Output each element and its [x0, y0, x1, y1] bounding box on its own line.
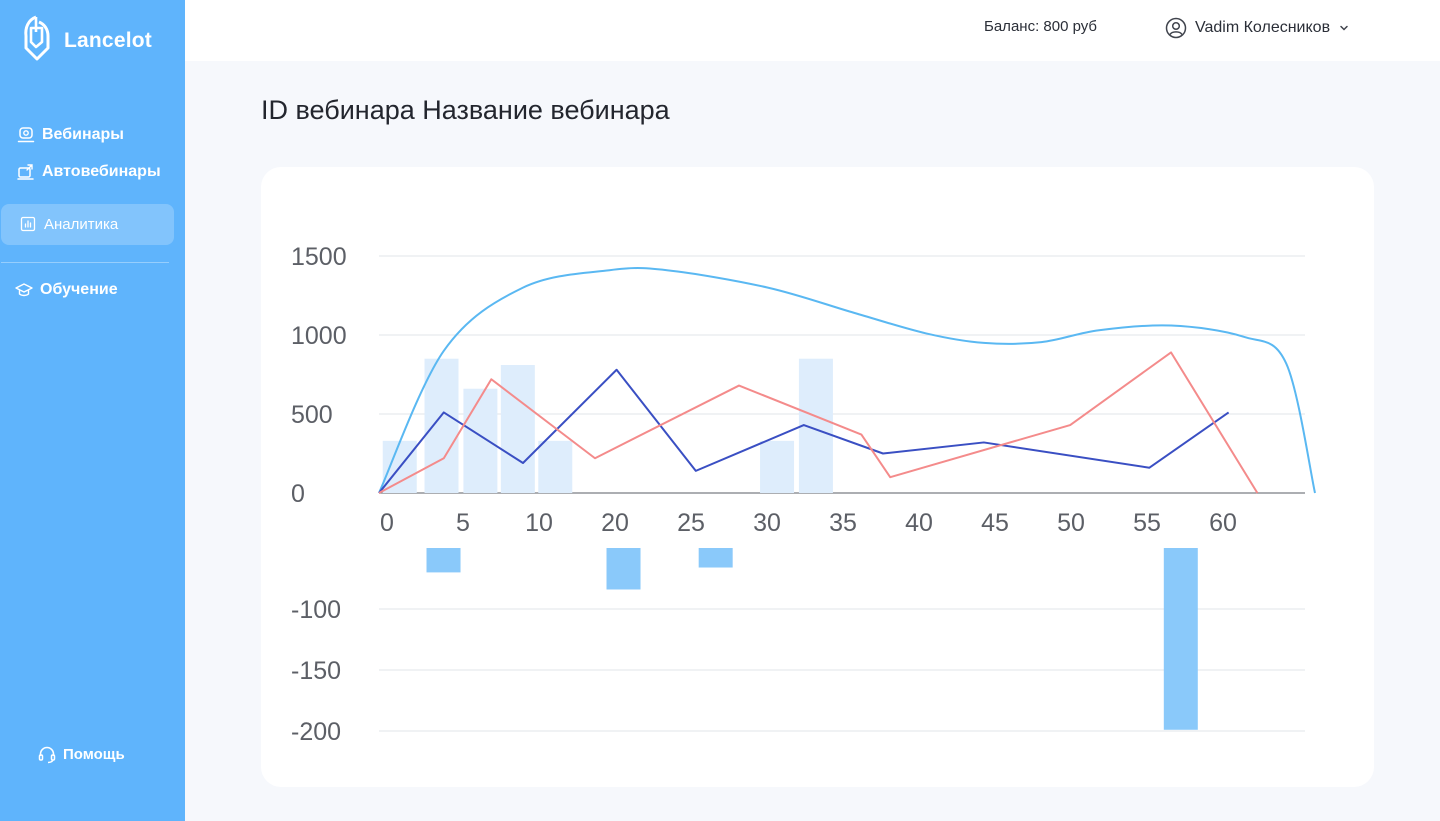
- help-link[interactable]: Помощь: [37, 744, 125, 764]
- sidebar-item-label: Аналитика: [44, 215, 119, 233]
- positive-bar: [538, 440, 573, 493]
- x-tick-label: 20: [601, 509, 629, 537]
- x-tick-label: 55: [1133, 509, 1161, 537]
- sidebar-item-autowebinars[interactable]: Автовебинары: [16, 162, 201, 182]
- analytics-chart: 1500 1000 500 0 -100 -150 -200 0 5 10 20 25 30 35 40 45…: [291, 243, 1316, 746]
- headset-icon: [37, 744, 57, 764]
- sidebar-item-analytics[interactable]: Аналитика: [18, 214, 203, 234]
- x-tick-label: 0: [380, 509, 394, 537]
- chart-card: 1500 1000 500 0 -100 -150 -200 0 5 10 20 25 30 35 40 45…: [261, 167, 1374, 787]
- positive-bar: [463, 388, 498, 493]
- y-tick-label: -150: [291, 657, 341, 685]
- positive-bar: [760, 440, 795, 493]
- balance-text: Баланс: 800 руб: [984, 18, 1098, 35]
- x-tick-label: 60: [1209, 509, 1237, 537]
- x-tick-label: 45: [981, 509, 1009, 537]
- positive-bar: [424, 358, 459, 493]
- x-tick-label: 5: [456, 509, 470, 537]
- y-tick-label: 500: [291, 401, 333, 429]
- analytics-icon: [18, 214, 38, 234]
- negative-bar: [698, 548, 733, 568]
- sidebar-item-learning[interactable]: Обучение: [14, 280, 199, 300]
- sidebar-item-label: Вебинары: [42, 126, 124, 143]
- x-tick-label: 50: [1057, 509, 1085, 537]
- helmet-logo-icon: [22, 14, 52, 67]
- user-menu[interactable]: Vadim Колесников: [1165, 17, 1350, 39]
- page-title: ID вебинара Название вебинара: [261, 95, 670, 125]
- x-tick-label: 40: [905, 509, 933, 537]
- sidebar: Lancelot Вебинары Автовебинары Аналитика…: [0, 0, 185, 821]
- graduation-cap-icon: [14, 280, 34, 300]
- webinar-icon: [16, 125, 36, 145]
- x-tick-label: 35: [829, 509, 857, 537]
- user-name: Vadim Колесников: [1195, 19, 1331, 36]
- sidebar-item-webinars[interactable]: Вебинары: [16, 125, 201, 145]
- y-tick-label: 0: [291, 480, 305, 508]
- y-tick-label: 1500: [291, 243, 347, 271]
- autowebinar-icon: [16, 162, 36, 182]
- sidebar-item-label: Обучение: [40, 281, 118, 298]
- x-tick-label: 25: [677, 509, 705, 537]
- y-tick-label: 1000: [291, 322, 347, 350]
- chevron-down-icon: [1338, 22, 1350, 34]
- sidebar-item-label: Автовебинары: [42, 163, 161, 180]
- logo[interactable]: Lancelot: [22, 14, 152, 67]
- x-tick-label: 10: [525, 509, 553, 537]
- help-label: Помощь: [63, 745, 125, 763]
- positive-bar: [500, 365, 535, 493]
- negative-bar: [1163, 548, 1198, 730]
- y-tick-label: -100: [291, 596, 341, 624]
- y-tick-label: -200: [291, 718, 341, 746]
- nav-divider: [1, 262, 169, 263]
- x-tick-label: 30: [753, 509, 781, 537]
- negative-bar: [606, 548, 641, 590]
- logo-text: Lancelot: [64, 28, 152, 52]
- negative-bar: [426, 548, 461, 573]
- user-avatar-icon: [1165, 17, 1187, 39]
